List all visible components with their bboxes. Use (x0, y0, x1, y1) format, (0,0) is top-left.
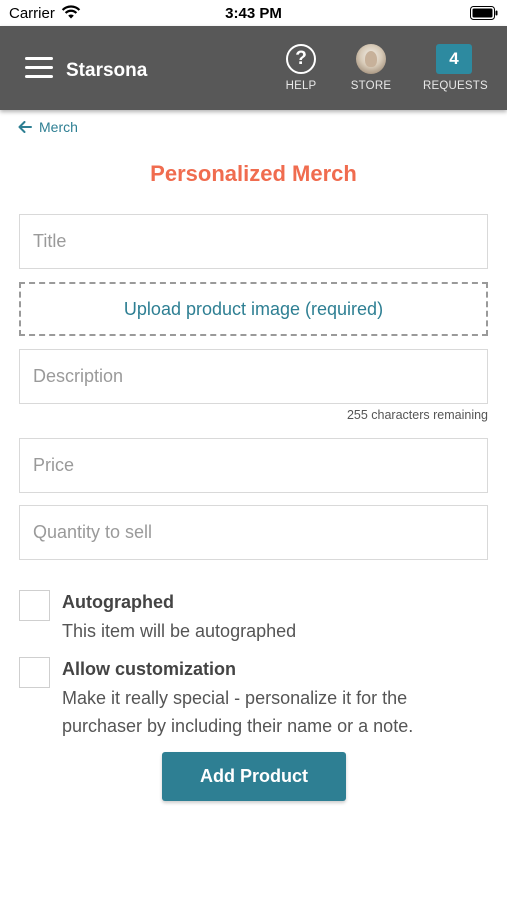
description-input[interactable] (20, 350, 487, 403)
customization-text: Allow customization Make it really speci… (62, 659, 482, 740)
quantity-field[interactable] (19, 505, 488, 560)
help-label: HELP (285, 80, 317, 92)
help-nav[interactable]: ? HELP (281, 44, 321, 92)
page-title: Personalized Merch (150, 161, 357, 186)
question-circle-icon: ? (286, 44, 316, 74)
add-product-button[interactable]: Add Product (162, 752, 346, 801)
avatar (356, 44, 386, 74)
title-field[interactable] (19, 214, 488, 269)
requests-label: REQUESTS (423, 80, 488, 92)
back-link-label: Merch (39, 119, 78, 135)
autographed-description: This item will be autographed (62, 621, 297, 641)
brand-name[interactable]: Starsona (66, 60, 147, 82)
price-field[interactable] (19, 438, 488, 493)
autographed-checkbox[interactable] (19, 590, 50, 621)
char-remaining-counter: 255 characters remaining (346, 408, 488, 422)
arrow-left-icon (18, 121, 32, 133)
battery-icon (470, 6, 498, 20)
customization-title: Allow customization (62, 659, 237, 679)
quantity-input[interactable] (20, 506, 487, 559)
status-bar: Carrier 3:43 PM (0, 0, 507, 26)
back-link[interactable]: Merch (18, 119, 78, 135)
price-input[interactable] (20, 439, 487, 492)
requests-nav[interactable]: 4 REQUESTS (423, 44, 488, 92)
app-header: Starsona ? HELP STORE 4 REQUESTS (0, 26, 507, 110)
customization-description: Make it really special - personalize it … (62, 688, 414, 736)
requests-count-badge: 4 (436, 44, 472, 74)
customization-checkbox[interactable] (19, 657, 50, 688)
store-label: STORE (350, 80, 392, 92)
title-input[interactable] (20, 215, 487, 268)
description-field[interactable] (19, 349, 488, 404)
status-time: 3:43 PM (225, 5, 282, 22)
autographed-text: Autographed This item will be autographe… (62, 592, 482, 645)
upload-image-button[interactable]: Upload product image (required) (19, 282, 488, 336)
autographed-title: Autographed (62, 592, 174, 612)
store-nav[interactable]: STORE (346, 44, 396, 92)
hamburger-menu-icon[interactable] (25, 57, 53, 79)
